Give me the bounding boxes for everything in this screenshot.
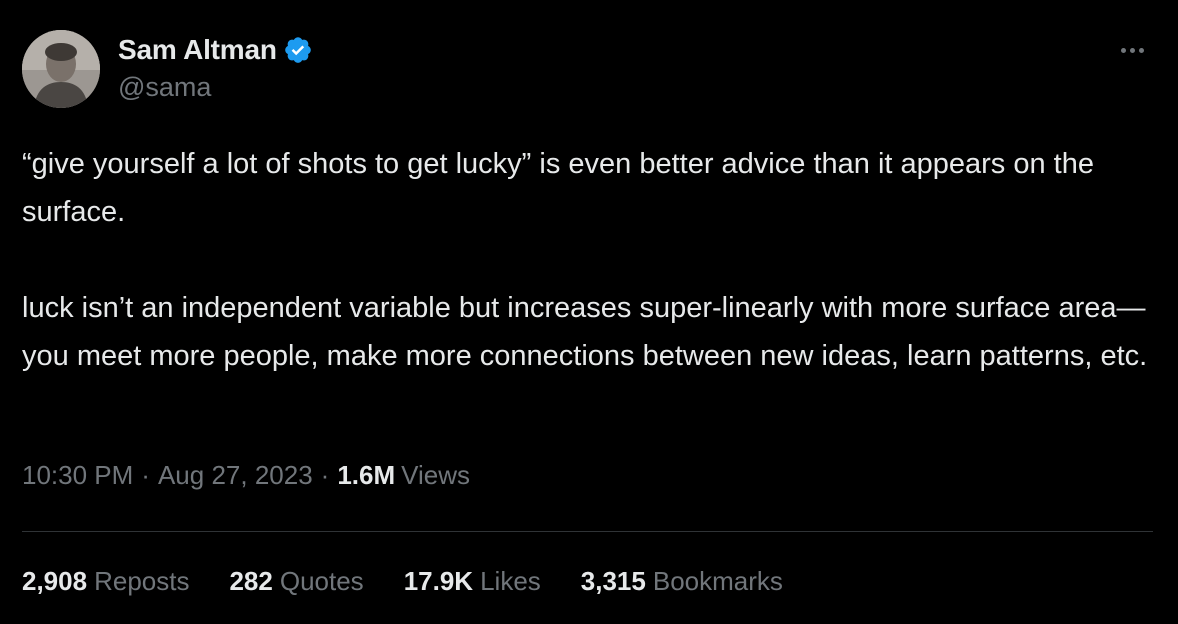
stat-likes[interactable]: 17.9K Likes [404, 566, 541, 597]
author-block: Sam Altman @sama [118, 32, 313, 103]
avatar-photo [22, 30, 100, 108]
tweet-meta: 10:30 PM · Aug 27, 2023 · 1.6M Views [22, 460, 470, 491]
tweet-text: “give yourself a lot of shots to get luc… [22, 140, 1162, 380]
tweet-paragraph: “give yourself a lot of shots to get luc… [22, 148, 1094, 228]
meta-separator: · [320, 460, 330, 490]
tweet-date[interactable]: Aug 27, 2023 [158, 460, 313, 491]
tweet-paragraph: luck isn’t an independent variable but i… [22, 292, 1148, 372]
dot [1138, 47, 1144, 53]
stat-count: 2,908 [22, 566, 88, 596]
stat-quotes[interactable]: 282 Quotes [229, 566, 363, 597]
divider [22, 531, 1153, 532]
verified-badge-icon[interactable] [283, 35, 313, 65]
name-row: Sam Altman [118, 32, 313, 68]
stat-reposts[interactable]: 2,908 Reposts [22, 566, 189, 597]
more-options-icon[interactable] [1112, 38, 1152, 62]
views-count: 1.6M [337, 460, 396, 490]
stat-label: Bookmarks [652, 566, 783, 596]
stat-count: 282 [229, 566, 273, 596]
stat-bookmarks[interactable]: 3,315 Bookmarks [581, 566, 783, 597]
tweet-card: Sam Altman @sama “give yourself a lot of… [0, 0, 1178, 624]
views-label: Views [401, 460, 471, 490]
dot [1120, 47, 1126, 53]
author-display-name[interactable]: Sam Altman [118, 34, 277, 66]
stat-label: Likes [480, 566, 541, 596]
engagement-stats: 2,908 Reposts 282 Quotes 17.9K Likes 3,315 B… [22, 566, 823, 597]
stat-count: 3,315 [580, 566, 646, 596]
tweet-time[interactable]: 10:30 PM [22, 460, 133, 491]
author-handle[interactable]: @sama [118, 72, 313, 103]
dot [1129, 47, 1135, 53]
stat-label: Reposts [94, 566, 190, 596]
stat-count: 17.9K [403, 566, 474, 596]
meta-separator: · [141, 460, 150, 490]
stat-label: Quotes [279, 566, 364, 596]
avatar[interactable] [22, 30, 100, 108]
